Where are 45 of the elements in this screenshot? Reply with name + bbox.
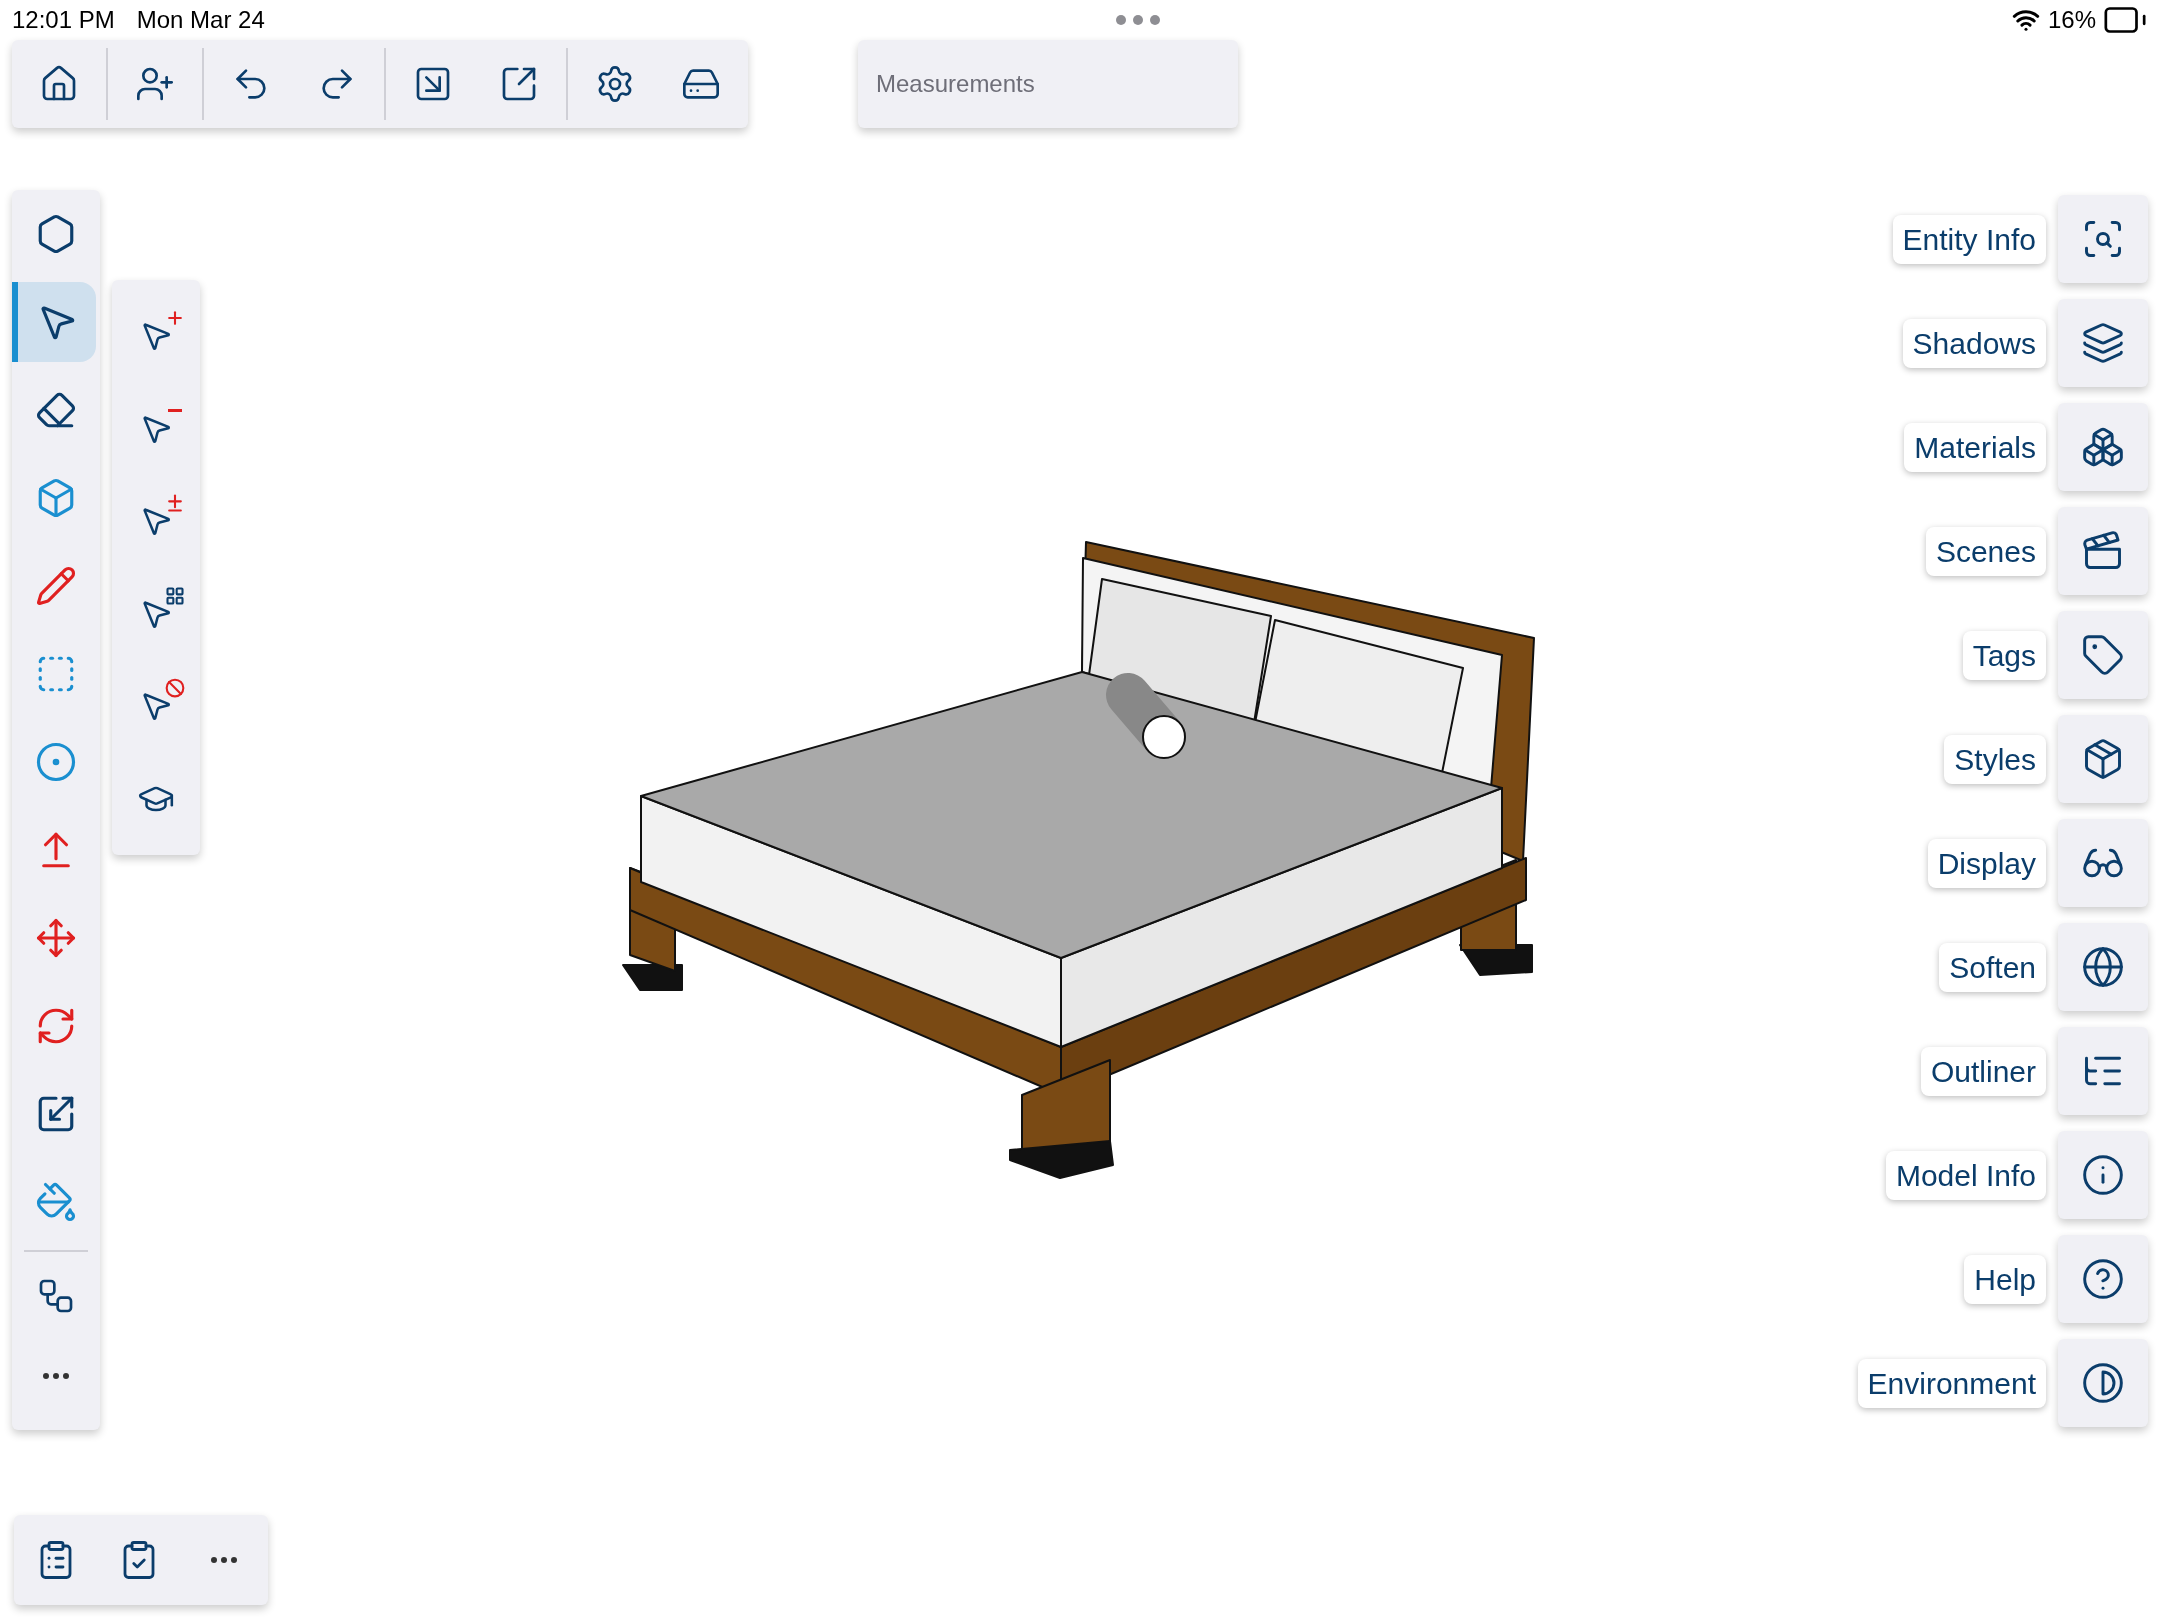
- panel-label[interactable]: Soften: [1939, 942, 2046, 992]
- panel-button[interactable]: [2058, 507, 2148, 595]
- status-date: Mon Mar 24: [136, 5, 265, 35]
- multitask-dots-icon: [1115, 14, 1162, 26]
- half-circle-icon: [2081, 1361, 2125, 1405]
- more-icon: [211, 1557, 238, 1563]
- panel-label[interactable]: Styles: [1944, 734, 2046, 784]
- more-icon: [43, 1373, 69, 1379]
- info-icon: [2081, 1153, 2125, 1197]
- panel-label[interactable]: Shadows: [1902, 318, 2046, 368]
- status-time: 12:01 PM: [12, 5, 115, 35]
- panel-button[interactable]: [2058, 195, 2148, 283]
- panel-button[interactable]: [2058, 1339, 2148, 1427]
- circle-icon: [35, 741, 77, 783]
- panel-label[interactable]: Model Info: [1885, 1150, 2046, 1200]
- grid-icon: [165, 585, 185, 606]
- panel-button[interactable]: [2058, 1027, 2148, 1115]
- panel-button[interactable]: [2058, 715, 2148, 803]
- panel-label[interactable]: Display: [1927, 838, 2046, 888]
- panel-label[interactable]: Environment: [1857, 1358, 2046, 1408]
- move-arrows-icon: [35, 917, 77, 959]
- tool-button[interactable]: [12, 282, 96, 362]
- measurements-field[interactable]: Measurements: [858, 40, 1238, 128]
- minus-icon: [168, 408, 182, 412]
- panel-label[interactable]: Materials: [1904, 422, 2046, 472]
- sphere-icon: [2081, 945, 2125, 989]
- tag-icon: [2081, 633, 2125, 677]
- panel-label[interactable]: Help: [1964, 1254, 2046, 1304]
- panel-button[interactable]: [2058, 923, 2148, 1011]
- panel-button[interactable]: [2058, 819, 2148, 907]
- pencil-icon: [35, 565, 77, 607]
- panel-button[interactable]: [2058, 1235, 2148, 1323]
- panel-button[interactable]: [2058, 403, 2148, 491]
- panel-button[interactable]: [2058, 1131, 2148, 1219]
- no-entry-icon: [165, 678, 185, 699]
- panel-button[interactable]: [2058, 299, 2148, 387]
- panel-label[interactable]: Entity Info: [1892, 214, 2046, 264]
- help-icon: [2081, 1257, 2125, 1301]
- panel-label[interactable]: Tags: [1962, 630, 2046, 680]
- paint-bucket-icon: [35, 1181, 77, 1223]
- battery-percent: 16%: [2047, 5, 2096, 35]
- panel-button[interactable]: [2058, 611, 2148, 699]
- panel-label[interactable]: Scenes: [1925, 526, 2046, 576]
- panel-label[interactable]: Outliner: [1920, 1046, 2046, 1096]
- plus-minus-icon: [165, 493, 185, 514]
